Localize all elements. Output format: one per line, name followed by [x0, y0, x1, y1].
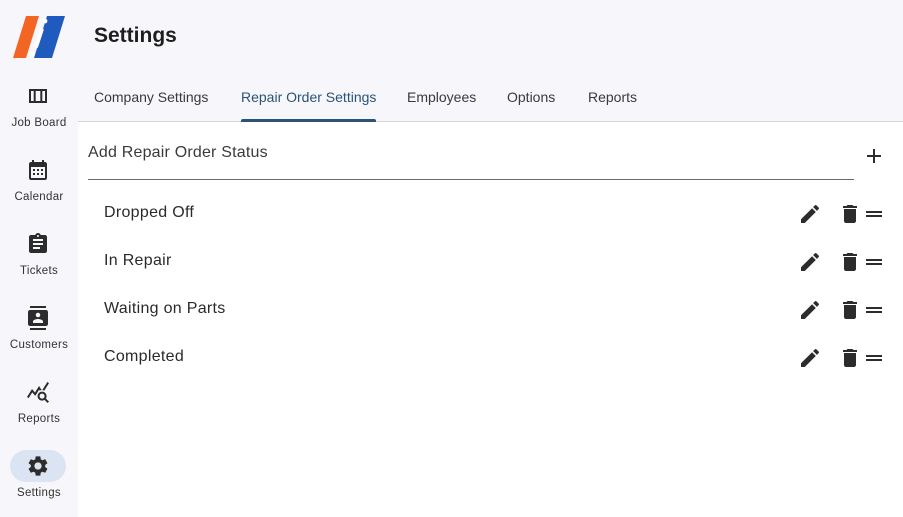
edit-button[interactable]	[798, 346, 822, 370]
edit-button[interactable]	[798, 202, 822, 226]
tab-reports[interactable]: Reports	[588, 76, 637, 122]
nav-item-customers[interactable]: Customers	[0, 302, 78, 372]
status-label: Waiting on Parts	[104, 300, 226, 317]
nav-label: Settings	[17, 487, 61, 499]
tab-repair-order-settings[interactable]: Repair Order Settings	[241, 76, 377, 122]
drag-handle-icon	[866, 307, 882, 313]
gear-icon	[10, 450, 66, 482]
edit-button[interactable]	[798, 298, 822, 322]
nav-item-settings[interactable]: Settings	[0, 450, 78, 517]
top-app-bar: Settings Company Settings Repair Order S…	[78, 0, 903, 122]
nav-item-calendar[interactable]: Calendar	[0, 154, 78, 224]
trash-icon	[843, 253, 857, 271]
calendar-icon	[10, 154, 66, 186]
tab-employees[interactable]: Employees	[407, 76, 476, 122]
pencil-icon	[801, 204, 820, 223]
nav-label: Customers	[9, 339, 69, 351]
delete-button[interactable]	[838, 202, 862, 226]
delete-button[interactable]	[838, 250, 862, 274]
drag-handle[interactable]	[862, 346, 886, 370]
navigation-rail: Job Board Calendar Tickets Customers Rep…	[0, 0, 78, 517]
plus-icon	[867, 149, 881, 163]
drag-handle[interactable]	[862, 202, 886, 226]
status-label: Completed	[104, 348, 185, 365]
list-item: Waiting on Parts	[88, 286, 888, 334]
nav-label: Tickets	[19, 265, 59, 277]
status-label: In Repair	[104, 252, 172, 269]
nav-label: Job Board	[11, 117, 67, 129]
edit-button[interactable]	[798, 250, 822, 274]
pencil-icon	[801, 300, 820, 319]
page-title: Settings	[94, 24, 177, 47]
list-item: Dropped Off	[88, 190, 888, 238]
clipboard-icon	[10, 228, 66, 260]
nav-item-job-board[interactable]: Job Board	[0, 80, 78, 150]
contact-card-icon	[10, 302, 66, 334]
status-list: Dropped Off In Repair Waiting on Parts C…	[88, 190, 888, 382]
list-item: Completed	[88, 334, 888, 382]
pencil-icon	[801, 252, 820, 271]
add-status-input[interactable]	[88, 144, 828, 162]
tab-company-settings[interactable]: Company Settings	[94, 76, 208, 122]
drag-handle-icon	[866, 211, 882, 217]
drag-handle[interactable]	[862, 250, 886, 274]
delete-button[interactable]	[838, 298, 862, 322]
trash-icon	[843, 301, 857, 319]
nav-label: Reports	[17, 413, 61, 425]
add-status-field	[88, 132, 854, 180]
tab-options[interactable]: Options	[507, 76, 555, 122]
view-week-icon	[10, 80, 66, 112]
trash-icon	[843, 205, 857, 223]
drag-handle-icon	[866, 259, 882, 265]
query-stats-icon	[10, 376, 66, 408]
pencil-icon	[801, 348, 820, 367]
app-logo	[13, 14, 65, 60]
nav-item-tickets[interactable]: Tickets	[0, 228, 78, 298]
list-item: In Repair	[88, 238, 888, 286]
delete-button[interactable]	[838, 346, 862, 370]
trash-icon	[843, 349, 857, 367]
nav-label: Calendar	[14, 191, 64, 203]
status-label: Dropped Off	[104, 204, 195, 221]
nav-item-reports[interactable]: Reports	[0, 376, 78, 446]
drag-handle-icon	[866, 355, 882, 361]
drag-handle[interactable]	[862, 298, 886, 322]
add-status-button[interactable]	[862, 144, 886, 168]
